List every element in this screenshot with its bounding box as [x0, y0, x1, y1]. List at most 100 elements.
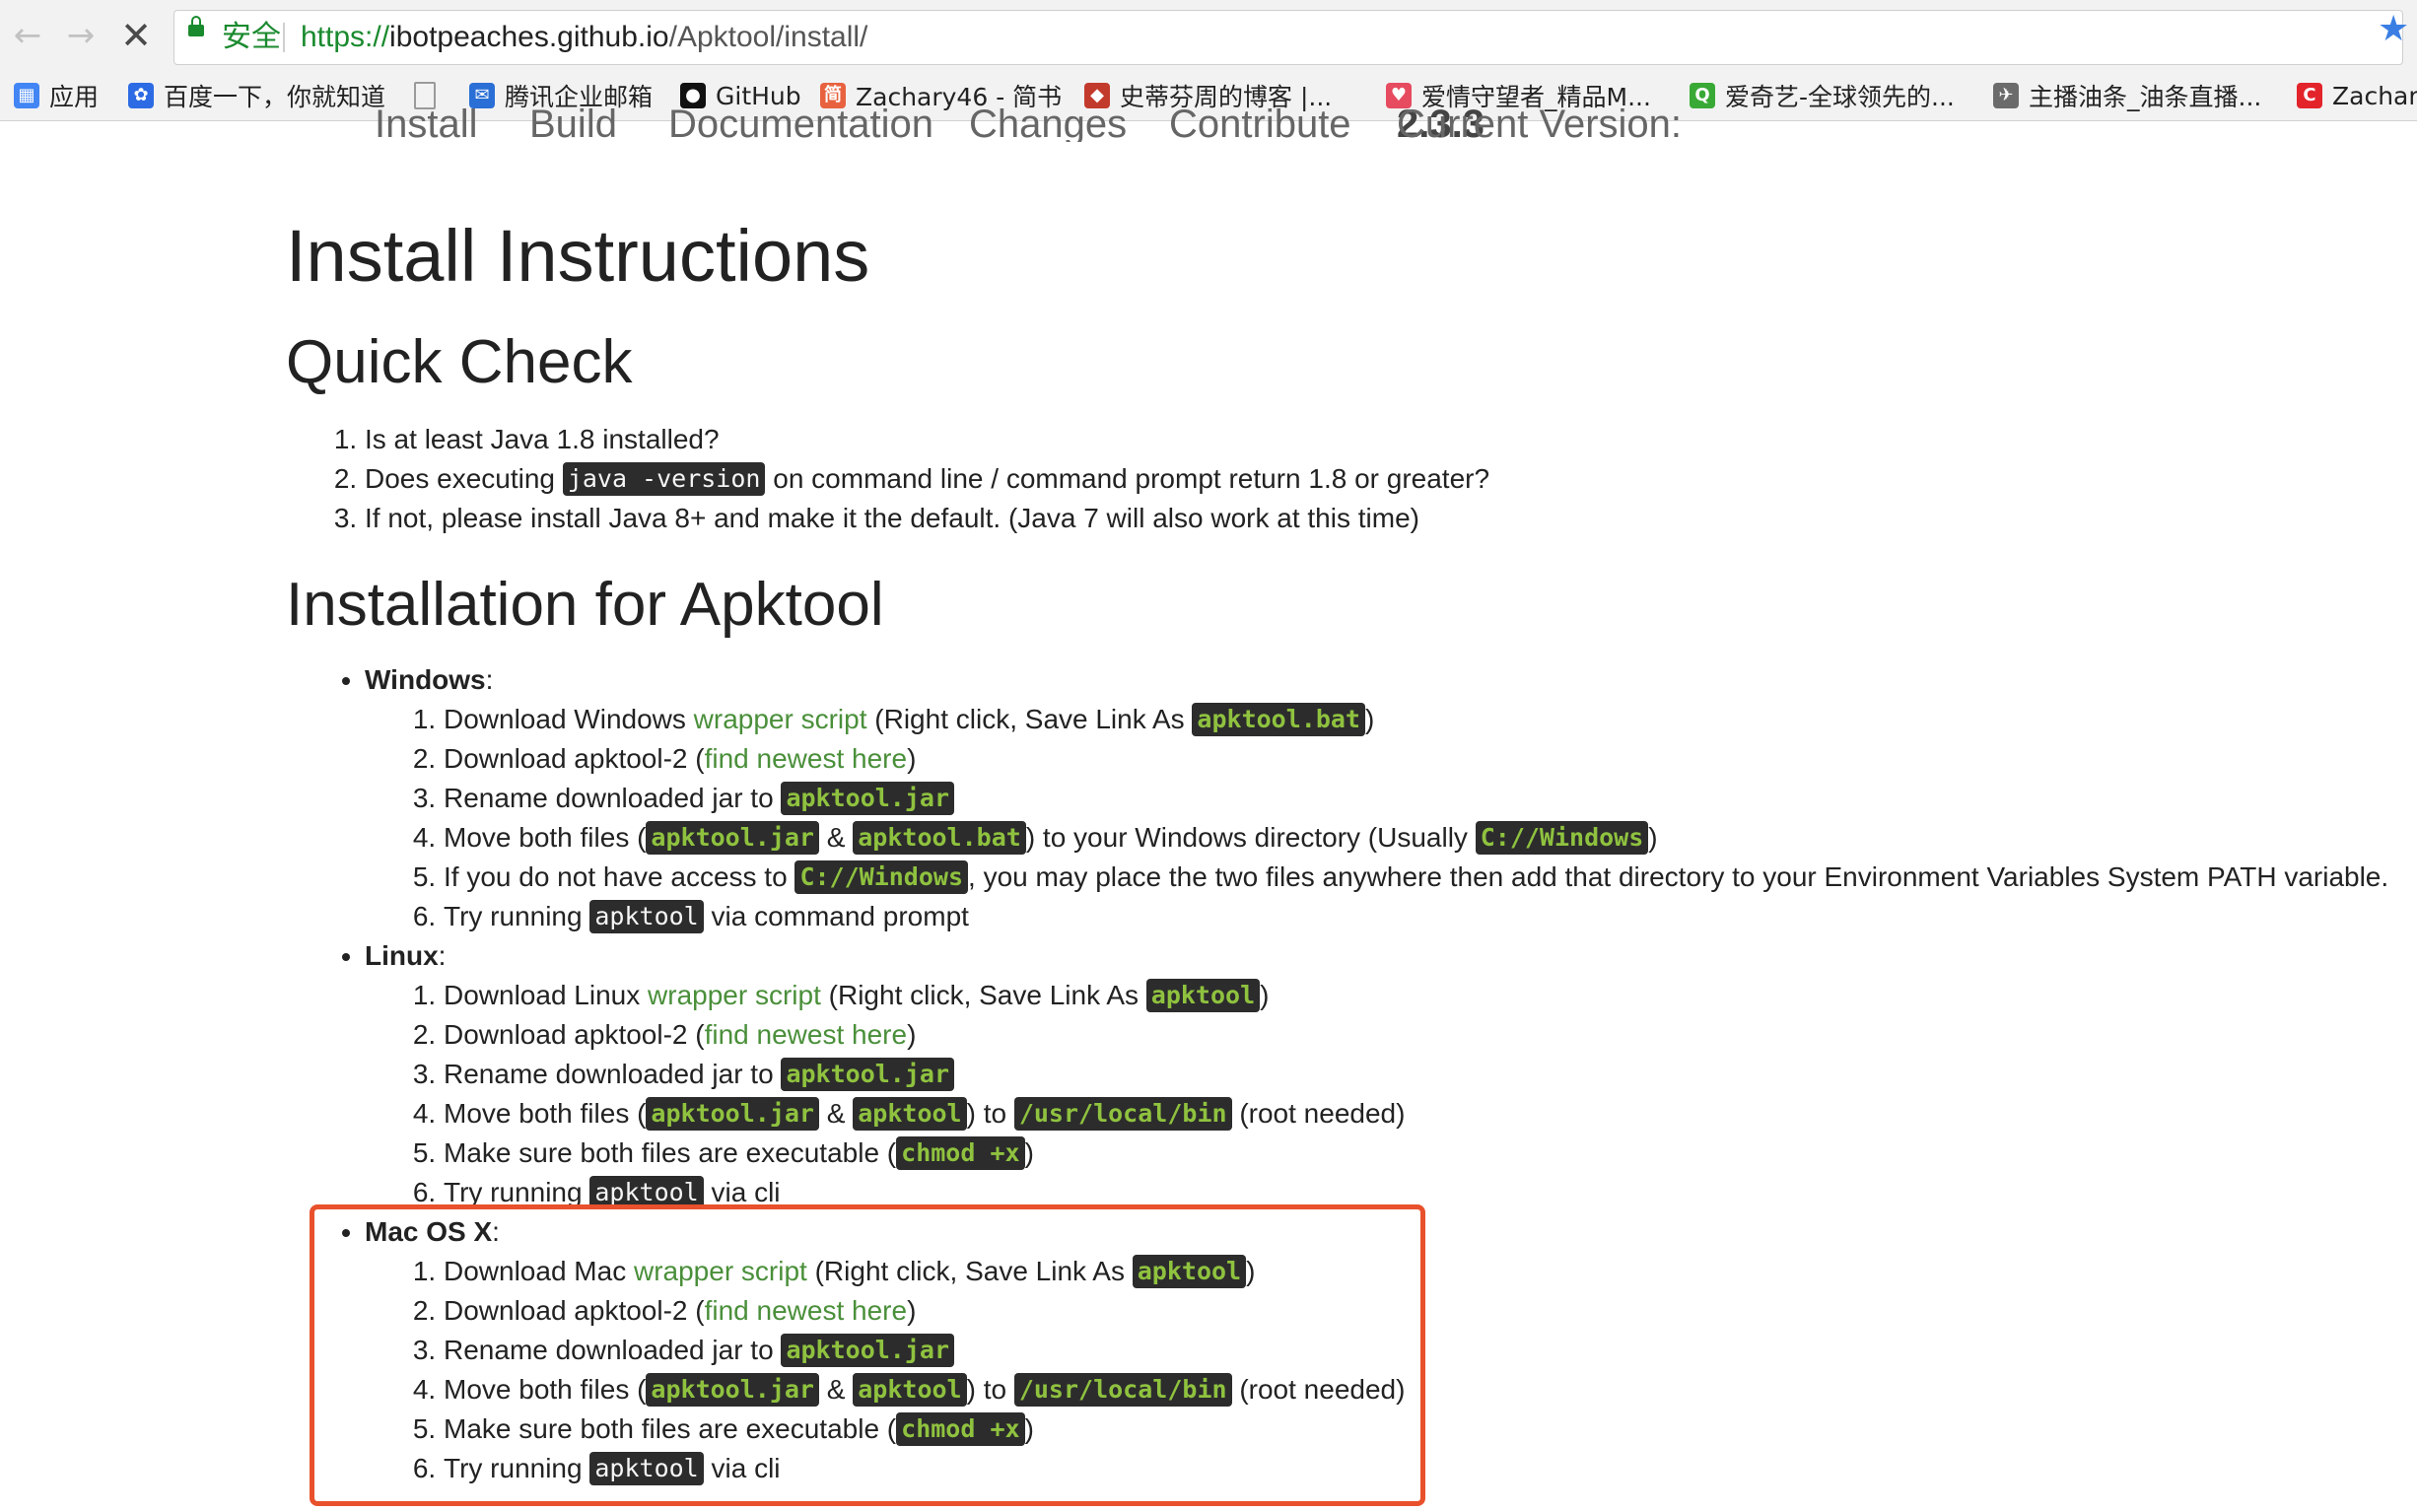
- text-span: ): [1260, 980, 1270, 1010]
- os-name: Linux: [365, 940, 439, 971]
- code-snippet: apktool.jar: [781, 1333, 955, 1367]
- find-newest-link[interactable]: find newest here: [705, 743, 907, 774]
- code-snippet: apktool.jar: [646, 1096, 819, 1131]
- nav-install[interactable]: Install: [375, 103, 478, 142]
- code-snippet: apktool: [589, 1175, 704, 1209]
- bookmark-item[interactable]: C Zachar: [2297, 77, 2417, 114]
- baidu-paw-icon: ✿: [128, 83, 154, 108]
- step-item: Rename downloaded jar to apktool.jar: [444, 779, 2388, 818]
- step-item: Try running apktool via cli: [444, 1449, 2388, 1488]
- text-span: Download apktool-2 (: [444, 743, 705, 774]
- text-span: (Right click, Save Link As: [866, 704, 1193, 734]
- os-section-windows: Windows: Download Windows wrapper script…: [365, 660, 2388, 936]
- code-snippet: apktool.bat: [853, 820, 1026, 855]
- stop-loading-icon[interactable]: ✕: [116, 14, 156, 57]
- step-item: Rename downloaded jar to apktool.jar: [444, 1331, 2388, 1370]
- text-span: Move both files (: [444, 1374, 647, 1405]
- code-snippet: apktool.jar: [646, 1372, 819, 1407]
- step-item: Make sure both files are executable (chm…: [444, 1409, 2388, 1449]
- address-bar[interactable]: 安全 https://ibotpeaches.github.io/Apktool…: [173, 10, 2403, 65]
- windows-steps: Download Windows wrapper script (Right c…: [444, 700, 2388, 936]
- linux-steps: Download Linux wrapper script (Right cli…: [444, 976, 2388, 1212]
- text-span: If you do not have access to: [444, 861, 795, 892]
- text-span: Move both files (: [444, 1098, 647, 1129]
- nav-build[interactable]: Build: [529, 103, 617, 142]
- os-section-mac: Mac OS X: Download Mac wrapper script (R…: [365, 1212, 2388, 1488]
- text-span: Try running: [444, 1453, 590, 1483]
- back-arrow-icon[interactable]: ←: [8, 14, 47, 57]
- bookmark-item[interactable]: ✈ 主播油条_油条直播...: [1993, 77, 2261, 114]
- nav-contribute[interactable]: Contribute: [1169, 103, 1351, 142]
- text-span: Make sure both files are executable (: [444, 1413, 897, 1444]
- code-snippet: apktool.bat: [1192, 702, 1365, 736]
- step-item: Try running apktool via cli: [444, 1173, 2388, 1212]
- text-span: via cli: [703, 1453, 781, 1483]
- text-span: &: [819, 1098, 854, 1129]
- lock-icon: [188, 16, 204, 36]
- find-newest-link[interactable]: find newest here: [705, 1019, 907, 1050]
- nav-changes[interactable]: Changes: [969, 103, 1127, 142]
- code-snippet: /usr/local/bin: [1013, 1372, 1232, 1407]
- text-span: Does executing: [365, 463, 563, 494]
- text-span: Rename downloaded jar to: [444, 783, 782, 813]
- text-span: Download Windows: [444, 704, 694, 734]
- code-snippet: C://Windows: [1475, 820, 1649, 855]
- page-title: Install Instructions: [286, 215, 870, 297]
- forward-arrow-icon[interactable]: →: [61, 14, 101, 57]
- text-span: via cli: [703, 1177, 781, 1207]
- bookmark-item[interactable]: ✿ 百度一下，你就知道: [128, 77, 385, 114]
- list-item: If not, please install Java 8+ and make …: [365, 499, 1489, 538]
- address-separator: [283, 23, 285, 52]
- bookmark-star-icon[interactable]: ★: [2378, 10, 2409, 49]
- text-span: (Right click, Save Link As: [806, 1256, 1133, 1286]
- code-snippet: apktool: [589, 899, 704, 933]
- wrapper-script-link[interactable]: wrapper script: [694, 704, 867, 734]
- bookmark-label: 应用: [49, 83, 100, 111]
- code-snippet: apktool: [1132, 1254, 1247, 1288]
- step-item: Move both files (apktool.jar & apktool) …: [444, 1094, 2388, 1134]
- code-snippet: apktool: [1145, 978, 1261, 1012]
- bookmark-item[interactable]: ▦ 应用: [14, 77, 99, 114]
- text-span: (root needed): [1231, 1374, 1406, 1405]
- text-span: ): [1365, 704, 1375, 734]
- text-span: Rename downloaded jar to: [444, 1335, 782, 1365]
- step-item: Download apktool-2 (find newest here): [444, 1291, 2388, 1331]
- text-span: ): [1246, 1256, 1256, 1286]
- text-span: &: [819, 1374, 854, 1405]
- wrapper-script-link[interactable]: wrapper script: [648, 980, 821, 1010]
- text-span: Try running: [444, 901, 590, 931]
- quick-check-title: Quick Check: [286, 328, 633, 396]
- site-nav: Install Build Documentation Changes Cont…: [375, 103, 1774, 142]
- os-name: Windows: [365, 664, 486, 695]
- browser-toolbar: ← → ✕ 安全 https://ibotpeaches.github.io/A…: [0, 0, 2417, 73]
- code-snippet: apktool.jar: [646, 820, 819, 855]
- text-span: ): [907, 1295, 917, 1326]
- code-snippet: apktool: [853, 1372, 967, 1407]
- step-item: Download Mac wrapper script (Right click…: [444, 1252, 2388, 1291]
- text-span: ): [1024, 1137, 1034, 1168]
- text-span: Download Mac: [444, 1256, 634, 1286]
- step-item: Download Linux wrapper script (Right cli…: [444, 976, 2388, 1015]
- quick-check-list: Is at least Java 1.8 installed? Does exe…: [365, 420, 1489, 538]
- list-item: Does executing java -version on command …: [365, 459, 1489, 499]
- nav-documentation[interactable]: Documentation: [668, 103, 933, 142]
- code-snippet: apktool: [589, 1451, 704, 1485]
- url-text[interactable]: https://ibotpeaches.github.io/Apktool/in…: [301, 21, 867, 54]
- text-span: Try running: [444, 1177, 590, 1207]
- wrapper-script-link[interactable]: wrapper script: [634, 1256, 807, 1286]
- step-item: Rename downloaded jar to apktool.jar: [444, 1055, 2388, 1094]
- find-newest-link[interactable]: find newest here: [705, 1295, 907, 1326]
- c-logo-icon: C: [2297, 83, 2322, 108]
- bookmark-label: 主播油条_油条直播...: [2029, 83, 2262, 111]
- url-host: ibotpeaches.github.io: [389, 21, 669, 53]
- text-span: ): [907, 743, 917, 774]
- text-span: ) to your Windows directory (Usually: [1025, 822, 1476, 853]
- step-item: Download apktool-2 (find newest here): [444, 1015, 2388, 1055]
- text-span: (Right click, Save Link As: [820, 980, 1146, 1010]
- text-span: ): [1024, 1413, 1034, 1444]
- code-snippet: apktool.jar: [781, 781, 955, 815]
- code-snippet: apktool: [853, 1096, 967, 1131]
- text-span: &: [819, 822, 854, 853]
- code-snippet: C://Windows: [794, 859, 969, 894]
- text-span: Download apktool-2 (: [444, 1295, 705, 1326]
